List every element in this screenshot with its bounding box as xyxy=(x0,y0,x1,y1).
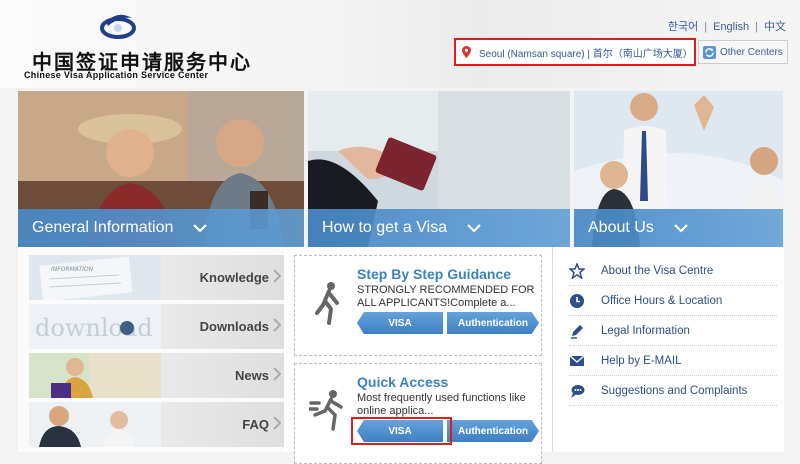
header: 中国签证申请服务中心 Chinese Visa Application Serv… xyxy=(0,0,800,88)
visa-button-highlight xyxy=(351,417,452,445)
about-us-panel: About the Visa Centre Office Hours & Loc… xyxy=(552,247,784,452)
help-by-email-link[interactable]: Help by E-MAIL xyxy=(569,346,777,376)
step-by-step-description: STRONGLY RECOMMENDED FOR ALL APPLICANTS!… xyxy=(357,284,535,309)
step-by-step-card: Step By Step Guidance STRONGLY RECOMMEND… xyxy=(294,255,542,356)
knowledge-label: Knowledge xyxy=(199,270,269,285)
downloads-link[interactable]: download Downloads xyxy=(29,304,291,349)
news-thumbnail xyxy=(29,353,161,398)
chevron-right-icon xyxy=(273,416,281,430)
location-pin-icon xyxy=(462,46,471,58)
lang-korean[interactable]: 한국어 xyxy=(668,21,698,33)
chevron-right-icon xyxy=(273,318,281,332)
walking-person-icon xyxy=(315,282,339,325)
chevron-right-icon xyxy=(273,367,281,381)
about-us-hero: About Us xyxy=(574,91,783,247)
brand-name-en: Chinese Visa Application Service Center xyxy=(24,70,209,80)
general-information-tab[interactable]: General Information xyxy=(18,209,304,247)
quick-access-title[interactable]: Quick Access xyxy=(357,374,448,390)
news-label: News xyxy=(235,368,269,383)
help-by-email-label: Help by E-MAIL xyxy=(601,354,682,367)
about-us-tab[interactable]: About Us xyxy=(574,209,783,247)
other-centers-label: Other Centers xyxy=(720,46,783,58)
download-thumb-text: download xyxy=(35,314,153,342)
chevron-right-icon xyxy=(273,269,281,283)
about-us-title: About Us xyxy=(588,219,654,236)
legal-information-link[interactable]: Legal Information xyxy=(569,316,777,346)
step-by-step-visa-button[interactable]: VISA xyxy=(357,312,443,334)
step-by-step-authentication-button[interactable]: Authentication xyxy=(447,312,539,334)
mail-icon xyxy=(569,355,585,366)
faq-thumbnail xyxy=(29,402,161,447)
quick-access-description: Most frequently used functions like onli… xyxy=(357,392,526,417)
clock-icon xyxy=(570,293,584,308)
quick-access-authentication-button[interactable]: Authentication xyxy=(447,420,539,442)
current-center-selector[interactable]: Seoul (Namsan square) | 首尔（南山广场大厦） xyxy=(454,38,696,66)
how-to-get-visa-title: How to get a Visa xyxy=(322,219,448,236)
chevron-down-icon xyxy=(674,223,688,233)
language-switcher: 한국어 | English | 中文 xyxy=(667,21,786,33)
information-thumb-text: INFORMATION xyxy=(51,266,94,273)
faq-label: FAQ xyxy=(242,417,269,432)
legal-information-label: Legal Information xyxy=(601,324,690,337)
logo-emblem-icon xyxy=(100,14,136,39)
pen-icon xyxy=(571,324,583,339)
chevron-down-icon xyxy=(467,223,481,233)
lang-english[interactable]: English xyxy=(713,21,749,33)
news-link[interactable]: News xyxy=(29,353,291,398)
speech-bubble-icon xyxy=(571,384,585,398)
how-to-get-visa-hero: How to get a Visa xyxy=(308,91,570,247)
knowledge-thumbnail: INFORMATION xyxy=(29,255,161,300)
knowledge-link[interactable]: INFORMATION Knowledge xyxy=(29,255,291,300)
lang-chinese[interactable]: 中文 xyxy=(764,21,786,33)
refresh-icon xyxy=(703,45,716,59)
how-to-get-visa-tab[interactable]: How to get a Visa xyxy=(308,209,570,247)
about-visa-centre-link[interactable]: About the Visa Centre xyxy=(569,256,777,286)
downloads-label: Downloads xyxy=(199,319,269,334)
quick-access-card: Quick Access Most frequently used functi… xyxy=(294,363,542,464)
office-hours-location-link[interactable]: Office Hours & Location xyxy=(569,286,777,316)
star-icon xyxy=(569,262,585,279)
office-hours-location-label: Office Hours & Location xyxy=(601,294,723,307)
about-visa-centre-label: About the Visa Centre xyxy=(601,264,714,277)
other-centers-button[interactable]: Other Centers xyxy=(698,40,788,64)
running-person-icon xyxy=(309,390,343,431)
general-information-title: General Information xyxy=(32,219,174,236)
suggestions-complaints-label: Suggestions and Complaints xyxy=(601,384,748,397)
general-information-hero: General Information xyxy=(18,91,304,247)
current-center-label: Seoul (Namsan square) | 首尔（南山广场大厦） xyxy=(479,48,693,60)
general-information-panel: INFORMATION Knowledge download Downloads… xyxy=(18,247,304,452)
faq-link[interactable]: FAQ xyxy=(29,402,291,447)
downloads-thumbnail: download xyxy=(29,304,161,349)
how-to-get-visa-panel: Step By Step Guidance STRONGLY RECOMMEND… xyxy=(284,247,552,464)
suggestions-complaints-link[interactable]: Suggestions and Complaints xyxy=(569,376,777,406)
step-by-step-title[interactable]: Step By Step Guidance xyxy=(357,266,511,282)
chevron-down-icon xyxy=(193,223,208,233)
